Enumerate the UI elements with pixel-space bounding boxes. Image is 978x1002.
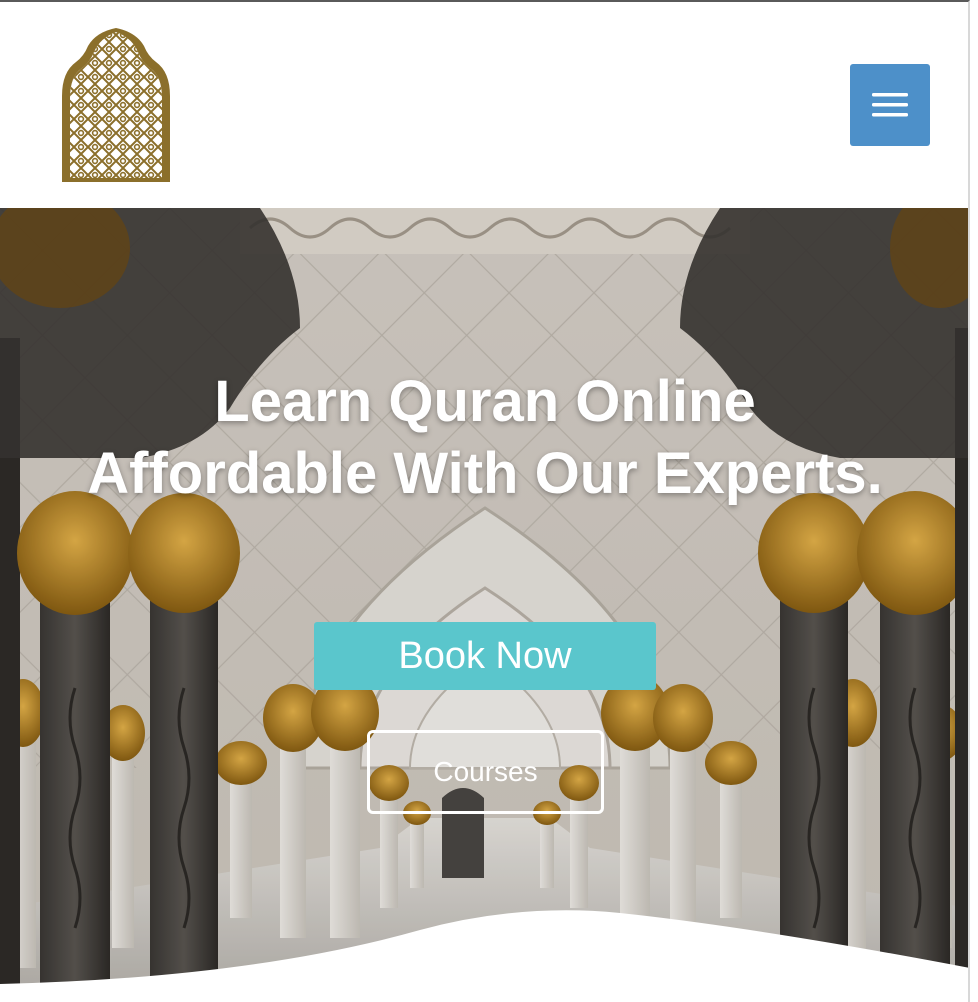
arabesque-arch-logo-icon[interactable] xyxy=(60,28,172,184)
courses-button[interactable]: Courses xyxy=(367,730,604,814)
book-now-button[interactable]: Book Now xyxy=(314,622,656,690)
hamburger-menu-icon xyxy=(872,93,908,117)
menu-button[interactable] xyxy=(850,64,930,146)
hero-section: Learn Quran Online Affordable With Our E… xyxy=(0,208,970,1002)
hero-title-line-1: Learn Quran Online xyxy=(214,369,756,434)
mosque-colonnade-image xyxy=(0,208,970,1002)
site-header xyxy=(0,0,970,208)
hero-title: Learn Quran Online Affordable With Our E… xyxy=(0,366,970,510)
hero-title-line-2: Affordable With Our Experts. xyxy=(87,441,883,506)
